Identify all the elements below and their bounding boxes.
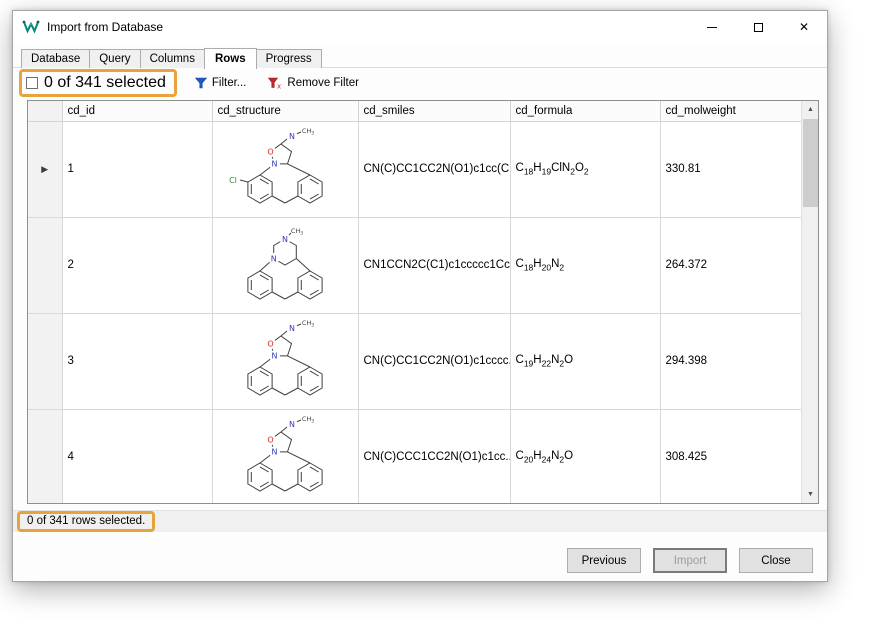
cell-cd-formula[interactable]: C19H22N2O: [510, 313, 660, 409]
row-header[interactable]: [28, 217, 62, 313]
tab-columns[interactable]: Columns: [140, 49, 205, 68]
cell-cd-formula[interactable]: C18H20N2: [510, 217, 660, 313]
close-dialog-button[interactable]: Close: [739, 548, 813, 573]
current-row-indicator: ▶: [41, 164, 48, 174]
close-button[interactable]: ✕: [781, 11, 827, 43]
cell-cd-structure[interactable]: NNCH3: [212, 217, 358, 313]
molecule-logo-icon: [22, 18, 40, 36]
previous-button[interactable]: Previous: [567, 548, 641, 573]
cell-cd-smiles[interactable]: CN(C)CCC1CC2N(O1)c1cc...: [358, 409, 510, 504]
table-row: 2NNCH3CN1CCN2C(C1)c1ccccc1Cc...C18H20N22…: [28, 217, 801, 313]
svg-text:O: O: [267, 147, 273, 156]
column-header-cd_id[interactable]: cd_id: [62, 101, 212, 121]
cell-cd-formula[interactable]: C20H24N2O: [510, 409, 660, 504]
import-button[interactable]: Import: [653, 548, 727, 573]
status-bar: 0 of 341 rows selected.: [13, 510, 827, 532]
vertical-scrollbar[interactable]: ▲ ▼: [801, 101, 818, 503]
minimize-button[interactable]: [689, 11, 735, 43]
annotation-highlight-status: 0 of 341 rows selected.: [17, 511, 155, 532]
svg-text:O: O: [267, 339, 273, 348]
svg-text:N: N: [289, 419, 295, 428]
grid-header-row: cd_idcd_structurecd_smilescd_formulacd_m…: [28, 101, 801, 121]
window-controls: ✕: [689, 11, 827, 43]
tab-strip: Database Query Columns Rows Progress: [13, 43, 827, 68]
data-grid-table: cd_idcd_structurecd_smilescd_formulacd_m…: [28, 101, 802, 504]
cell-cd-structure[interactable]: ONNCH3: [212, 409, 358, 504]
molecule-structure-drawing: ONNCH3: [224, 315, 346, 405]
molecule-structure-drawing: ONNCH3: [224, 411, 346, 501]
cell-cd-id[interactable]: 2: [62, 217, 212, 313]
svg-text:Cl: Cl: [229, 175, 237, 184]
cell-cd-formula[interactable]: C18H19ClN2O2: [510, 121, 660, 217]
table-row: 3ONNCH3CN(C)CC1CC2N(O1)c1cccc...C19H22N2…: [28, 313, 801, 409]
cell-cd-id[interactable]: 1: [62, 121, 212, 217]
remove-filter-button[interactable]: x Remove Filter: [264, 75, 363, 91]
tab-database[interactable]: Database: [21, 49, 90, 68]
window-title: Import from Database: [47, 20, 163, 34]
data-grid: cd_idcd_structurecd_smilescd_formulacd_m…: [27, 100, 819, 504]
svg-text:x: x: [277, 83, 281, 90]
cell-cd-molweight[interactable]: 308.425: [660, 409, 801, 504]
title-bar: Import from Database ✕: [13, 11, 827, 43]
import-from-database-dialog: Import from Database ✕ Database Query Co…: [12, 10, 828, 582]
svg-text:N: N: [289, 131, 295, 140]
filter-button[interactable]: Filter...: [191, 75, 251, 91]
filter-funnel-icon: [195, 77, 207, 89]
table-row: 4ONNCH3CN(C)CCC1CC2N(O1)c1cc...C20H24N2O…: [28, 409, 801, 504]
column-header-cd_smiles[interactable]: cd_smiles: [358, 101, 510, 121]
cell-cd-structure[interactable]: ONNCH3: [212, 313, 358, 409]
annotation-highlight-selection: 0 of 341 selected: [19, 69, 177, 97]
svg-text:N: N: [272, 351, 278, 360]
scrollbar-thumb[interactable]: [803, 119, 818, 207]
molecule-structure-drawing: ONNCH3Cl: [224, 123, 346, 213]
svg-text:N: N: [272, 159, 278, 168]
scrollbar-down-button[interactable]: ▼: [802, 486, 819, 503]
maximize-icon: [754, 23, 763, 32]
svg-text:N: N: [289, 323, 295, 332]
row-header[interactable]: ▶: [28, 121, 62, 217]
cell-cd-smiles[interactable]: CN(C)CC1CC2N(O1)c1cccc...: [358, 313, 510, 409]
scrollbar-up-button[interactable]: ▲: [802, 101, 819, 118]
remove-filter-button-label: Remove Filter: [287, 77, 359, 89]
cell-cd-molweight[interactable]: 294.398: [660, 313, 801, 409]
status-text: 0 of 341 rows selected.: [27, 515, 145, 527]
table-row: ▶1ONNCH3ClCN(C)CC1CC2N(O1)c1cc(C...C18H1…: [28, 121, 801, 217]
cell-cd-id[interactable]: 3: [62, 313, 212, 409]
column-header-cd_formula[interactable]: cd_formula: [510, 101, 660, 121]
remove-filter-funnel-icon: x: [268, 77, 282, 89]
svg-text:N: N: [272, 447, 278, 456]
maximize-button[interactable]: [735, 11, 781, 43]
grid-corner-header[interactable]: [28, 101, 62, 121]
column-header-cd_molweight[interactable]: cd_molweight: [660, 101, 801, 121]
svg-text:N: N: [282, 234, 288, 243]
row-header[interactable]: [28, 313, 62, 409]
footer-button-bar: Previous Import Close: [13, 532, 827, 573]
cell-cd-id[interactable]: 4: [62, 409, 212, 504]
cell-cd-smiles[interactable]: CN1CCN2C(C1)c1ccccc1Cc...: [358, 217, 510, 313]
molecule-structure-drawing: NNCH3: [224, 219, 346, 309]
rows-toolbar: 0 of 341 selected Filter... x Remove Fil…: [13, 68, 827, 98]
tab-progress[interactable]: Progress: [256, 49, 322, 68]
cell-cd-molweight[interactable]: 330.81: [660, 121, 801, 217]
filter-button-label: Filter...: [212, 77, 247, 89]
tab-rows[interactable]: Rows: [204, 48, 257, 69]
close-icon: ✕: [799, 21, 809, 33]
column-header-cd_structure[interactable]: cd_structure: [212, 101, 358, 121]
cell-cd-smiles[interactable]: CN(C)CC1CC2N(O1)c1cc(C...: [358, 121, 510, 217]
row-header[interactable]: [28, 409, 62, 504]
cell-cd-molweight[interactable]: 264.372: [660, 217, 801, 313]
selection-count-label: 0 of 341 selected: [44, 74, 166, 92]
svg-text:N: N: [271, 254, 277, 263]
select-all-checkbox[interactable]: [26, 77, 38, 89]
svg-text:O: O: [267, 435, 273, 444]
minimize-icon: [707, 27, 717, 28]
cell-cd-structure[interactable]: ONNCH3Cl: [212, 121, 358, 217]
tab-query[interactable]: Query: [89, 49, 140, 68]
